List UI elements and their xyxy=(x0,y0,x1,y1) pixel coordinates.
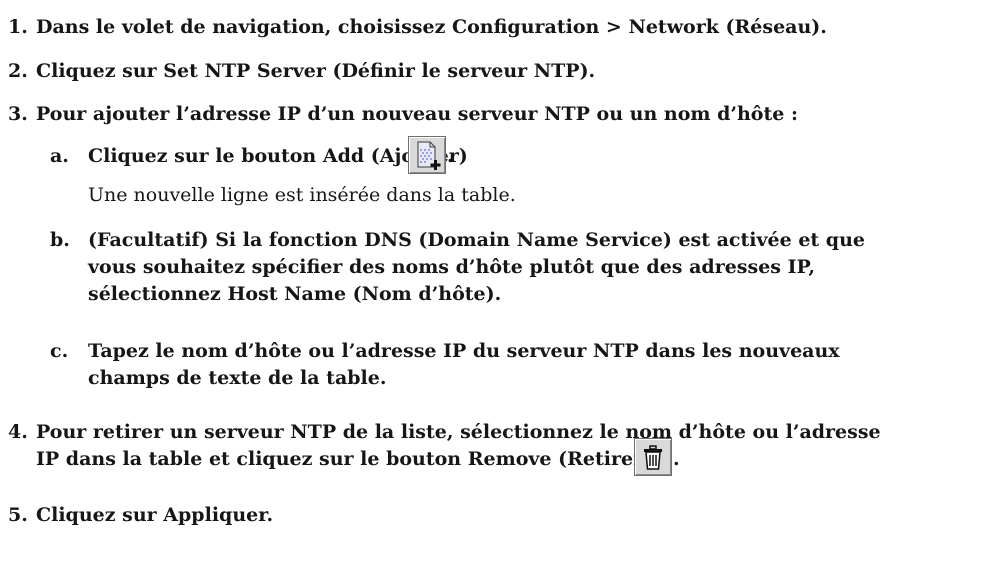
substep-text: Cliquez sur le bouton Add (Ajouter) xyxy=(88,145,468,167)
substep-letter: c. xyxy=(50,340,69,362)
add-button-icon xyxy=(408,136,446,174)
substep-a-note: Une nouvelle ligne est insérée dans la t… xyxy=(88,184,516,206)
step-number: 3. xyxy=(8,103,28,125)
substep-line: sélectionnez Host Name (Nom d’hôte). xyxy=(88,283,502,305)
step-text: Cliquez sur Set NTP Server (Définir le s… xyxy=(36,60,596,82)
substep-line: (Facultatif) Si la fonction DNS (Domain … xyxy=(88,229,865,251)
step-text-block: Pour retirer un serveur NTP de la liste,… xyxy=(36,419,966,473)
remove-button-icon xyxy=(634,438,672,476)
substep-line: vous souhaitez spécifier des noms d’hôte… xyxy=(88,256,815,278)
step-line: Pour retirer un serveur NTP de la liste,… xyxy=(36,421,881,443)
substep-text-block: Tapez le nom d’hôte ou l’adresse IP du s… xyxy=(88,338,968,392)
substep-line: champs de texte de la table. xyxy=(88,367,387,389)
step-line: IP dans la table et cliquez sur le bouto… xyxy=(36,448,659,470)
substep-text-block: (Facultatif) Si la fonction DNS (Domain … xyxy=(88,227,968,308)
substep-letter: a. xyxy=(50,145,69,167)
step-text: Dans le volet de navigation, choisissez … xyxy=(36,16,827,38)
substep-line: Tapez le nom d’hôte ou l’adresse IP du s… xyxy=(88,340,840,362)
step-number: 5. xyxy=(8,504,28,526)
step-4-period: . xyxy=(673,448,680,470)
step-text: Cliquez sur Appliquer. xyxy=(36,504,274,526)
step-number: 4. xyxy=(8,421,28,443)
substep-a-period: . xyxy=(447,145,454,167)
step-number: 2. xyxy=(8,60,28,82)
trash-icon xyxy=(644,445,662,470)
add-row-icon xyxy=(417,141,441,170)
step-text: Pour ajouter l’adresse IP d’un nouveau s… xyxy=(36,103,798,125)
substep-letter: b. xyxy=(50,229,70,251)
step-number: 1. xyxy=(8,16,28,38)
